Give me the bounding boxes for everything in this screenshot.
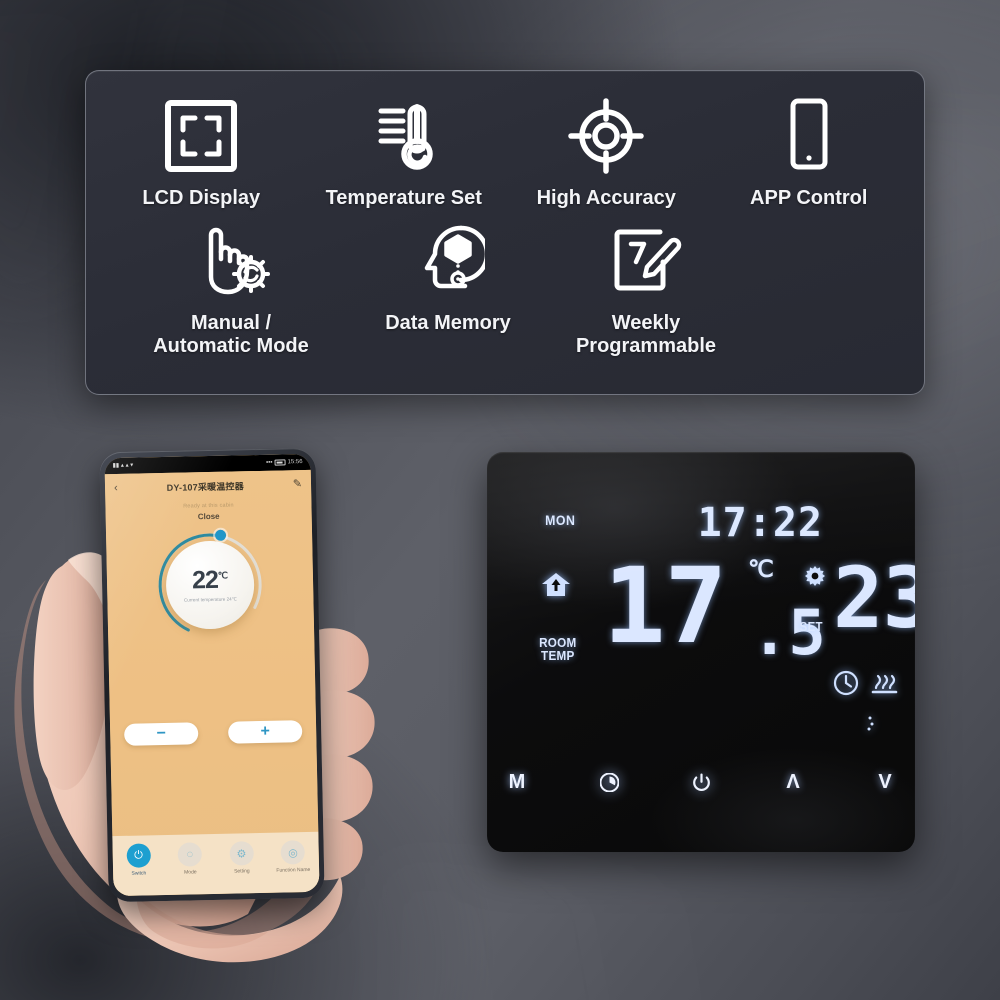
touch-button-bar: M Λ V: [487, 762, 915, 802]
wall-highlight: [380, 860, 900, 1000]
smartphone-icon: [780, 95, 838, 177]
phone-screen: ▮▮ ▴ ▴ ▾ ▪▪▪ 15:56 ‹ DY-107采暖温控器 ✎ Ready…: [104, 453, 320, 897]
lcd-set-temperature: 23: [833, 549, 915, 647]
tab-label: Function Name: [276, 866, 311, 874]
mode-button-label: M: [508, 770, 526, 793]
tab-function[interactable]: ◎ Function Name: [267, 840, 319, 874]
lcd-weekday: MON: [545, 512, 576, 528]
feature-label: APP Control: [750, 187, 868, 209]
thermometer-icon: [367, 95, 441, 177]
dial-caption: Current temperature 24℃: [183, 595, 237, 603]
smartphone: ▮▮ ▴ ▴ ▾ ▪▪▪ 15:56 ‹ DY-107采暖温控器 ✎ Ready…: [99, 447, 325, 903]
feature-temperature-set: Temperature Set: [303, 95, 506, 210]
lcd-frame-icon: [162, 95, 240, 177]
clock-button[interactable]: [592, 765, 626, 799]
hand-holding-phone: ▮▮ ▴ ▴ ▾ ▪▪▪ 15:56 ‹ DY-107采暖温控器 ✎ Ready…: [0, 420, 420, 1000]
tab-setting[interactable]: ⚙ Setting: [215, 841, 267, 875]
crosshair-icon: [567, 95, 645, 177]
down-button-label: V: [878, 770, 892, 793]
back-arrow-icon[interactable]: ‹: [114, 481, 118, 493]
dial-temperature-unit: ℃: [217, 569, 228, 581]
up-button-label: Λ: [786, 770, 800, 793]
mode-button[interactable]: M: [500, 765, 534, 799]
feature-panel: LCD Display Temperature Set High Accurac…: [85, 70, 925, 395]
up-button[interactable]: Λ: [776, 765, 810, 799]
signal-icon: ▮▮ ▴ ▴ ▾: [112, 462, 134, 470]
moon-icon: [848, 710, 876, 741]
tab-switch[interactable]: ⏻ Switch: [113, 843, 165, 877]
status-bar-time: 15:56: [287, 459, 303, 466]
power-icon: ⏻: [126, 843, 151, 868]
lcd-room-temperature: 17: [603, 545, 727, 667]
down-button[interactable]: V: [868, 765, 902, 799]
head-memory-icon: [411, 220, 485, 302]
tab-label: Mode: [184, 869, 197, 876]
edit-pencil-icon[interactable]: ✎: [293, 478, 302, 490]
feature-label: Data Memory: [385, 312, 511, 335]
feature-row-top: LCD Display Temperature Set High Accurac…: [100, 95, 910, 210]
home-icon: [541, 572, 571, 603]
gear-icon: [805, 566, 825, 591]
tab-label: Switch: [131, 870, 147, 877]
decrease-temperature-button[interactable]: −: [124, 722, 199, 746]
feature-data-memory: Data Memory: [350, 220, 546, 358]
feature-manual-auto-mode: Manual / Automatic Mode: [112, 220, 350, 358]
wifi-icon: ▪▪▪: [266, 459, 273, 466]
app-header: ‹ DY-107采暖温控器 ✎: [105, 470, 312, 502]
hand-gear-icon: [189, 220, 273, 302]
feature-label: LCD Display: [142, 187, 261, 209]
feature-high-accuracy: High Accuracy: [505, 95, 708, 210]
feature-row-bottom: Manual / Automatic Mode Data Memory Week…: [100, 220, 910, 358]
lcd-set-label: SET: [799, 619, 823, 634]
clock-icon: [833, 670, 859, 701]
feature-weekly-programmable: Weekly Programmable: [546, 220, 746, 358]
feature-label: Temperature Set: [325, 187, 482, 209]
calendar-pencil-icon: [607, 220, 685, 302]
gear-icon: ⚙: [229, 841, 254, 866]
thermostat-device: MON 17:22 ROOM TEMP 17 .5 ℃ SET 23 ℃: [487, 452, 915, 852]
lcd-room-temperature-unit: ℃: [748, 556, 774, 582]
target-icon: ◎: [280, 840, 306, 865]
lcd-room-temp-label: ROOM TEMP: [539, 635, 577, 664]
lcd-screen: MON 17:22 ROOM TEMP 17 .5 ℃ SET 23 ℃: [515, 494, 915, 744]
status-bar-right: ▪▪▪ 15:56: [266, 459, 303, 466]
tab-mode[interactable]: ◌ Mode: [164, 842, 216, 876]
feature-app-control: APP Control: [708, 95, 911, 210]
feature-label: Weekly Programmable: [575, 312, 717, 358]
feature-lcd-display: LCD Display: [100, 95, 303, 210]
app-title: DY-107采暖温控器: [166, 480, 244, 493]
dial-temperature: 22℃: [191, 565, 228, 594]
feature-label: Manual / Automatic Mode: [153, 312, 309, 358]
app-tab-bar: ⏻ Switch ◌ Mode ⚙ Setting ◎ Function Nam…: [112, 831, 320, 897]
dial-temperature-value: 22: [191, 565, 219, 594]
tab-label: Setting: [234, 868, 250, 875]
drop-icon: ◌: [177, 842, 203, 867]
lcd-clock: 17:22: [697, 500, 823, 546]
feature-label: High Accuracy: [536, 187, 676, 209]
app-content: ‹ DY-107采暖温控器 ✎ Ready at this cabin Clos…: [104, 469, 320, 897]
heating-waves-icon: [870, 672, 898, 701]
temperature-dial[interactable]: 22℃ Current temperature 24℃: [153, 528, 267, 642]
increase-temperature-button[interactable]: +: [227, 720, 303, 744]
temperature-controls: − +: [110, 720, 316, 746]
status-bar-left: ▮▮ ▴ ▴ ▾: [113, 463, 134, 469]
battery-icon: [274, 459, 286, 466]
power-button[interactable]: [684, 765, 718, 799]
app-status-text: Close: [197, 511, 220, 522]
